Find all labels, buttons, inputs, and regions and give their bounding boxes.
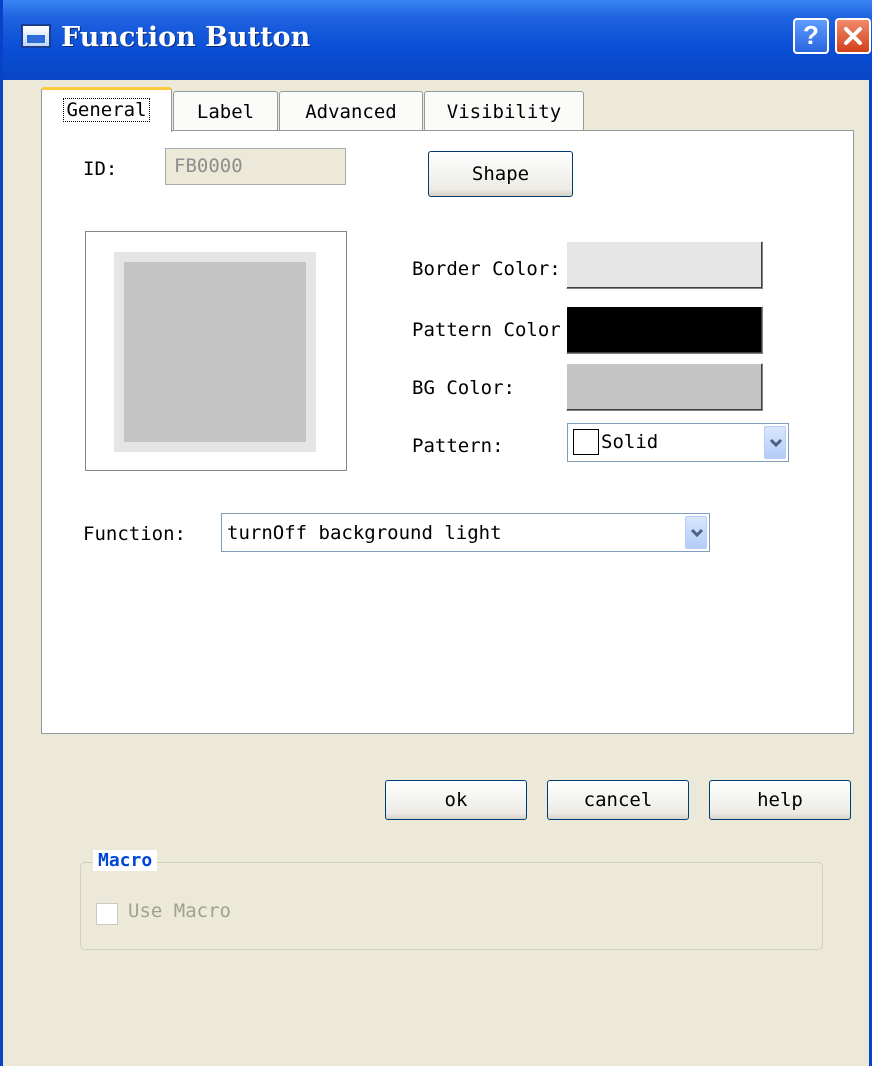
function-dropdown-arrow[interactable] [685,516,707,549]
preview-border [114,252,316,452]
app-window-icon [21,24,51,48]
macro-group-title: Macro [93,850,158,871]
bg-color-label: BG Color: [412,377,515,399]
tab-general[interactable]: General [41,87,172,132]
tab-advanced[interactable]: Advanced [279,91,423,131]
close-button[interactable] [835,18,871,54]
pattern-color-label: Pattern Color [412,319,561,341]
id-field[interactable]: FB0000 [165,148,346,185]
function-label: Function: [83,523,186,545]
tab-visibility[interactable]: Visibility [424,91,584,131]
pattern-color-swatch[interactable] [566,306,763,354]
close-icon [844,27,862,45]
use-macro-checkbox[interactable] [96,903,118,925]
pattern-label: Pattern: [412,435,504,457]
shape-preview [85,231,347,471]
bg-color-swatch[interactable] [566,363,763,411]
general-tab-panel: ID: FB0000 Shape Border Color: Pattern C… [41,130,854,950]
help-title-button[interactable]: ? [793,18,829,54]
border-color-swatch[interactable] [566,241,763,289]
shape-button[interactable]: Shape [428,151,573,197]
function-button-dialog: Function Button ? General Label Advanced… [0,0,872,1066]
id-label: ID: [83,158,118,180]
preview-fill [124,262,306,442]
macro-groupbox: Macro Use Macro [80,850,823,950]
help-button[interactable]: help [709,780,851,820]
pattern-select[interactable]: Solid [567,423,789,462]
pattern-preview-swatch [573,429,599,455]
function-select[interactable]: turnOff background light [221,513,710,552]
chevron-down-icon [769,438,783,448]
use-macro-label: Use Macro [128,900,231,922]
cancel-button[interactable]: cancel [547,780,689,820]
window-title: Function Button [61,22,311,53]
chevron-down-icon [690,528,704,538]
ok-button[interactable]: ok [385,780,527,820]
tab-label[interactable]: Label [173,91,278,131]
pattern-select-value: Solid [601,431,659,453]
title-bar[interactable]: Function Button ? [3,0,872,80]
pattern-dropdown-arrow[interactable] [764,426,786,459]
function-select-value: turnOff background light [227,522,502,544]
tab-general-label: General [63,98,150,122]
border-color-label: Border Color: [412,258,561,280]
